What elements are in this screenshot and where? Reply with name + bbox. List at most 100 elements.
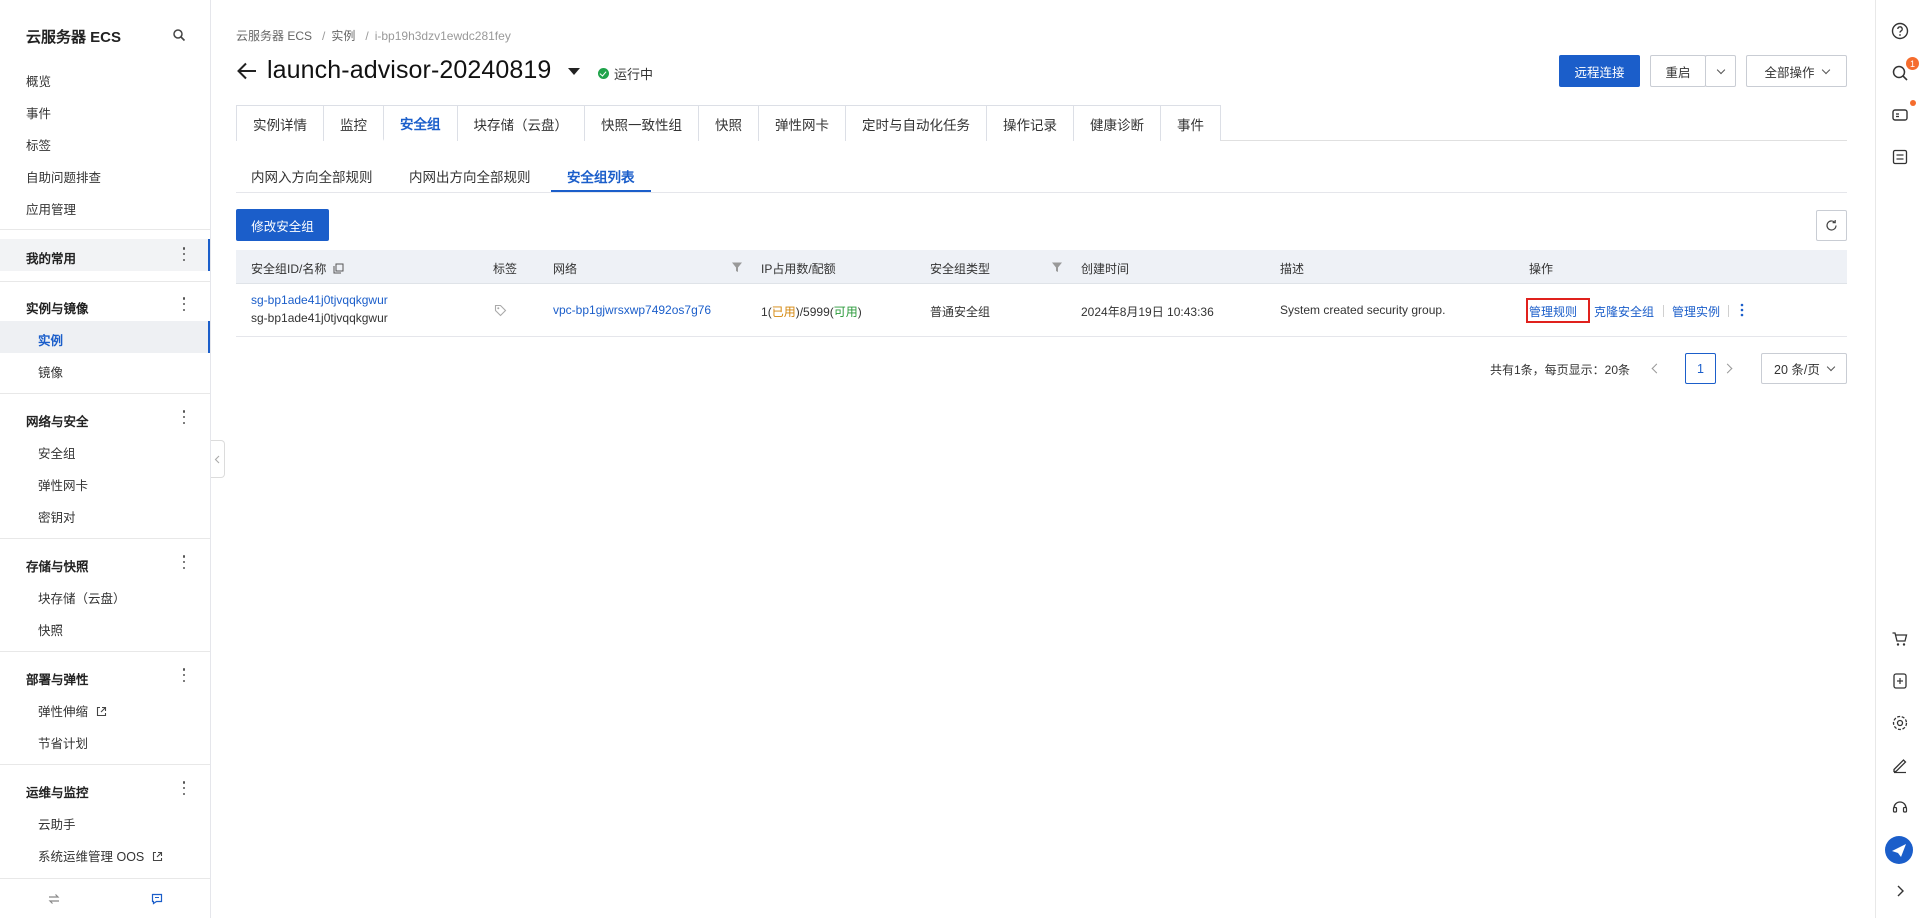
tab-snapshots[interactable]: 快照 [698, 105, 759, 141]
column-header-description: 描述 [1280, 262, 1305, 276]
vpc-link[interactable]: vpc-bp1gjwrsxwp7492os7g76 [553, 303, 711, 317]
sidebar-item-label: 系统运维管理 OOS [38, 850, 145, 864]
unread-dot [1910, 100, 1916, 106]
modify-security-group-button[interactable]: 修改安全组 [236, 209, 329, 241]
group-title: 实例与镜像 [26, 302, 89, 316]
clone-security-group-link[interactable]: 克隆安全组 [1594, 303, 1654, 320]
back-arrow-icon[interactable] [236, 60, 258, 82]
sidebar-group-storage-snapshots[interactable]: 存储与快照 [0, 547, 210, 579]
sidebar-group-deploy-elastic[interactable]: 部署与弹性 [0, 660, 210, 692]
sidebar-item-block-storage[interactable]: 块存储（云盘） [38, 588, 126, 607]
sidebar-item-security-groups[interactable]: 安全组 [38, 443, 76, 462]
tab-eni[interactable]: 弹性网卡 [758, 105, 846, 141]
sidebar-item-auto-scaling[interactable]: 弹性伸缩 [38, 701, 107, 720]
calculator-icon[interactable] [1890, 671, 1910, 691]
subtab-inbound-rules[interactable]: 内网入方向全部规则 [251, 166, 373, 186]
sidebar-item-tags[interactable]: 标签 [26, 135, 51, 154]
refresh-button[interactable] [1816, 210, 1847, 241]
column-header-id-name: 安全组ID/名称 [251, 260, 344, 277]
sidebar-active-bar [208, 321, 210, 353]
tag-icon[interactable] [494, 304, 507, 317]
sidebar-item-key-pairs[interactable]: 密钥对 [38, 507, 76, 526]
breadcrumb-instances[interactable]: 实例 [331, 29, 355, 43]
next-page-icon[interactable] [1722, 363, 1733, 374]
chevron-down-icon [1821, 65, 1830, 74]
more-actions-icon[interactable] [1739, 303, 1745, 317]
task-list-icon[interactable] [1890, 147, 1910, 167]
more-icon[interactable] [182, 297, 186, 311]
ip-usage: 1(已用)/5999(可用) [761, 305, 862, 319]
more-icon[interactable] [182, 668, 186, 682]
filter-icon[interactable] [1051, 261, 1063, 273]
sidebar-item-oos[interactable]: 系统运维管理 OOS [38, 846, 163, 865]
subtab-security-group-list[interactable]: 安全组列表 [567, 166, 635, 186]
tab-events[interactable]: 事件 [1160, 105, 1221, 141]
sidebar-group-ops-monitoring[interactable]: 运维与监控 [0, 773, 210, 805]
breadcrumb: 云服务器 ECS / 实例 / i-bp19h3dzv1ewdc281fey [236, 27, 515, 44]
restart-dropdown-button[interactable] [1705, 55, 1736, 87]
sidebar-item-instances[interactable]: 实例 [38, 330, 63, 349]
sidebar-item-savings-plan[interactable]: 节省计划 [38, 733, 88, 752]
all-actions-button[interactable]: 全部操作 [1746, 55, 1847, 87]
security-group-subtabs: 内网入方向全部规则 内网出方向全部规则 安全组列表 [236, 157, 1847, 193]
sidebar-item-eni[interactable]: 弹性网卡 [38, 475, 88, 494]
tab-snapshot-consistency-group[interactable]: 快照一致性组 [584, 105, 699, 141]
sidebar-item-snapshots[interactable]: 快照 [38, 620, 63, 639]
ip-used-count: 1 [761, 305, 768, 319]
more-icon[interactable] [182, 781, 186, 795]
tab-health-diagnosis[interactable]: 健康诊断 [1073, 105, 1161, 141]
sidebar-group-instances-images[interactable]: 实例与镜像 [0, 289, 210, 321]
sidebar-item-cloud-assistant[interactable]: 云助手 [38, 814, 76, 833]
column-header-network: 网络 [553, 262, 578, 276]
tab-operation-logs[interactable]: 操作记录 [986, 105, 1074, 141]
message-icon[interactable] [1890, 105, 1910, 125]
sidebar-group-favorites[interactable]: 我的常用 [0, 239, 210, 271]
more-icon[interactable] [182, 247, 186, 261]
subtab-outbound-rules[interactable]: 内网出方向全部规则 [409, 166, 531, 186]
tab-scheduled-tasks[interactable]: 定时与自动化任务 [845, 105, 987, 141]
sidebar-item-troubleshoot[interactable]: 自助问题排查 [26, 167, 101, 186]
search-icon[interactable] [172, 28, 186, 42]
ip-quota-count: 5999 [803, 305, 830, 319]
sidebar-item-overview[interactable]: 概览 [26, 71, 51, 90]
divider [0, 764, 210, 765]
edit-icon[interactable] [1890, 755, 1910, 775]
sidebar-collapse-handle[interactable] [211, 440, 225, 478]
tab-block-storage[interactable]: 块存储（云盘） [456, 105, 585, 141]
sidebar-item-images[interactable]: 镜像 [38, 362, 63, 381]
prev-page-icon[interactable] [1651, 363, 1662, 374]
more-icon[interactable] [182, 410, 186, 424]
sidebar-group-network-security[interactable]: 网络与安全 [0, 402, 210, 434]
manage-instances-link[interactable]: 管理实例 [1672, 303, 1720, 320]
help-icon[interactable] [1890, 21, 1910, 41]
sidebar-item-events[interactable]: 事件 [26, 103, 51, 122]
group-title: 部署与弹性 [26, 673, 89, 687]
caret-down-icon[interactable] [568, 68, 580, 75]
restart-button[interactable]: 重启 [1650, 55, 1706, 87]
breadcrumb-separator: / [365, 29, 369, 43]
tab-instance-details[interactable]: 实例详情 [236, 105, 324, 141]
more-icon[interactable] [182, 555, 186, 569]
feedback-icon[interactable] [151, 893, 163, 905]
page-size-select[interactable]: 20 条/页 [1761, 353, 1847, 384]
chevron-right-icon[interactable] [1890, 881, 1910, 901]
cart-icon[interactable] [1890, 629, 1910, 649]
group-title: 网络与安全 [26, 415, 89, 429]
page-title: launch-advisor-20240819 [267, 56, 552, 84]
security-group-id-link[interactable]: sg-bp1ade41j0tjvqqkgwur [251, 293, 388, 307]
filter-icon[interactable] [731, 261, 743, 273]
tab-monitoring[interactable]: 监控 [323, 105, 384, 141]
sidebar-item-app-management[interactable]: 应用管理 [26, 199, 76, 218]
group-title: 我的常用 [26, 252, 77, 266]
action-separator [1728, 305, 1729, 317]
copy-icon[interactable] [333, 263, 344, 274]
page-1-button[interactable]: 1 [1685, 353, 1716, 384]
assistant-plane-icon[interactable] [1884, 835, 1914, 865]
headset-icon[interactable] [1890, 797, 1910, 817]
column-header-ip-quota: IP占用数/配额 [761, 262, 836, 276]
remote-connect-button[interactable]: 远程连接 [1559, 55, 1640, 87]
switch-icon[interactable] [48, 893, 60, 905]
breadcrumb-ecs[interactable]: 云服务器 ECS [236, 29, 312, 43]
gear-icon[interactable] [1890, 713, 1910, 733]
tab-security-groups[interactable]: 安全组 [383, 105, 458, 141]
